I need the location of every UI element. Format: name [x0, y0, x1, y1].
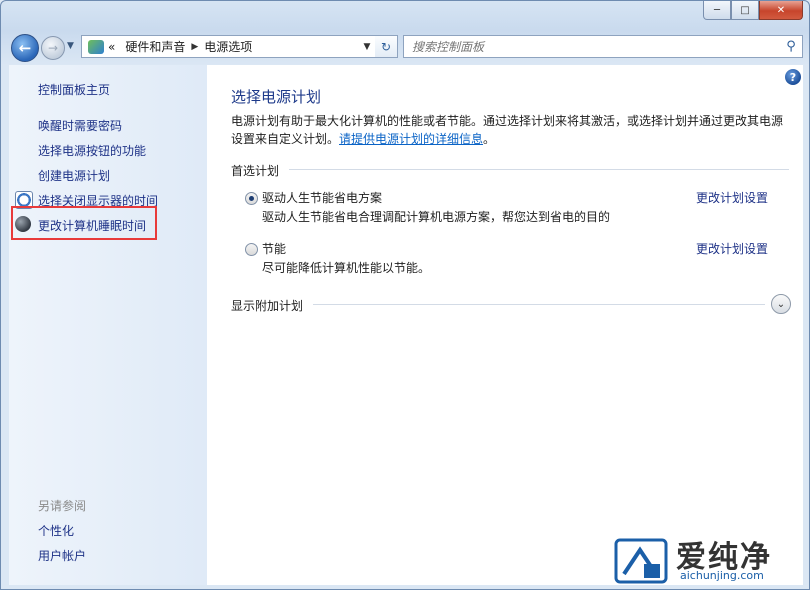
refresh-icon: ↻	[380, 39, 392, 54]
preferred-plans-divider	[289, 169, 789, 170]
change-plan-settings-link[interactable]: 更改计划设置	[696, 189, 768, 206]
breadcrumb-power-options[interactable]: 电源选项	[204, 38, 252, 55]
window-content: 控制面板主页 唤醒时需要密码 选择电源按钮的功能 创建电源计划 选择关闭显示器的…	[9, 65, 803, 585]
plan-description-power-saver: 尽可能降低计算机性能以节能。	[262, 261, 431, 275]
watermark-logo-icon	[614, 538, 668, 584]
close-button[interactable]: ✕	[759, 1, 803, 20]
sidebar-item-power-button-function[interactable]: 选择电源按钮的功能	[38, 142, 146, 159]
address-overflow-chevron[interactable]: «	[108, 40, 115, 54]
page-description: 电源计划有助于最大化计算机的性能或者节能。通过选择计划来将其激活，或选择计划并通…	[231, 112, 791, 148]
forward-arrow-icon: →	[47, 41, 59, 55]
plan-radio-driver-genius[interactable]	[245, 192, 258, 205]
description-end: 。	[483, 132, 496, 146]
help-icon[interactable]: ?	[785, 69, 801, 85]
control-panel-icon	[88, 39, 104, 54]
sidebar: 控制面板主页 唤醒时需要密码 选择电源按钮的功能 创建电源计划 选择关闭显示器的…	[9, 65, 207, 585]
additional-plans-heading[interactable]: 显示附加计划	[231, 297, 303, 314]
radio-selected-dot	[249, 196, 254, 201]
maximize-button[interactable]: □	[731, 1, 759, 20]
preferred-plans-heading: 首选计划	[231, 164, 280, 178]
sidebar-item-require-password-on-wakeup[interactable]: 唤醒时需要密码	[38, 117, 122, 134]
description-text: 电源计划有助于最大化计算机的性能或者节能。通过选择计划来将其激活，或选择计划并通…	[231, 114, 784, 146]
expand-additional-plans-button[interactable]: ⌄	[771, 294, 791, 314]
additional-plans-divider	[313, 304, 765, 305]
sidebar-item-personalization[interactable]: 个性化	[38, 522, 74, 539]
forward-button[interactable]: →	[41, 36, 65, 60]
watermark: 爱纯净 aichunjing.com	[614, 534, 810, 590]
address-bar[interactable]: « 硬件和声音 ▶ 电源选项 ▼	[81, 35, 377, 58]
see-also-heading: 另请参阅	[38, 499, 87, 513]
sidebar-item-control-panel-home[interactable]: 控制面板主页	[38, 81, 110, 98]
recent-pages-dropdown[interactable]: ▼	[67, 41, 74, 51]
back-arrow-icon: ←	[18, 39, 32, 57]
search-icon[interactable]: ⚲	[780, 39, 802, 54]
main-panel: ? 选择电源计划 电源计划有助于最大化计算机的性能或者节能。通过选择计划来将其激…	[207, 65, 803, 585]
plan-name-power-saver[interactable]: 节能	[262, 240, 286, 257]
window-caption-buttons: ─ □ ✕	[703, 1, 803, 20]
watermark-url: aichunjing.com	[680, 569, 764, 582]
navigation-bar: ← → ▼ « 硬件和声音 ▶ 电源选项 ▼ ↻ ⚲	[9, 33, 803, 62]
search-box[interactable]: ⚲	[403, 35, 803, 58]
search-input[interactable]	[404, 38, 780, 55]
page-title: 选择电源计划	[231, 88, 322, 106]
chevron-down-icon: ⌄	[776, 298, 786, 310]
sidebar-item-create-power-plan[interactable]: 创建电源计划	[38, 167, 110, 184]
control-panel-window: ─ □ ✕ ← → ▼ « 硬件和声音 ▶ 电源选项 ▼ ↻ ⚲ 控制面板主页 …	[0, 0, 810, 590]
back-button[interactable]: ←	[11, 34, 39, 62]
sidebar-item-user-accounts[interactable]: 用户帐户	[38, 547, 86, 564]
plan-radio-power-saver[interactable]	[245, 243, 258, 256]
plan-description-driver-genius: 驱动人生节能省电合理调配计算机电源方案，帮您达到省电的目的	[262, 210, 611, 224]
plan-details-link[interactable]: 请提供电源计划的详细信息	[339, 132, 483, 146]
breadcrumb-hardware-and-sound[interactable]: 硬件和声音	[125, 38, 185, 55]
refresh-button[interactable]: ↻	[375, 35, 398, 58]
address-dropdown-button[interactable]: ▼	[358, 36, 376, 57]
highlight-box	[11, 206, 157, 240]
plan-name-driver-genius[interactable]: 驱动人生节能省电方案	[262, 189, 382, 206]
change-plan-settings-link[interactable]: 更改计划设置	[696, 240, 768, 257]
minimize-button[interactable]: ─	[703, 1, 731, 20]
breadcrumb-separator-icon[interactable]: ▶	[191, 42, 198, 52]
